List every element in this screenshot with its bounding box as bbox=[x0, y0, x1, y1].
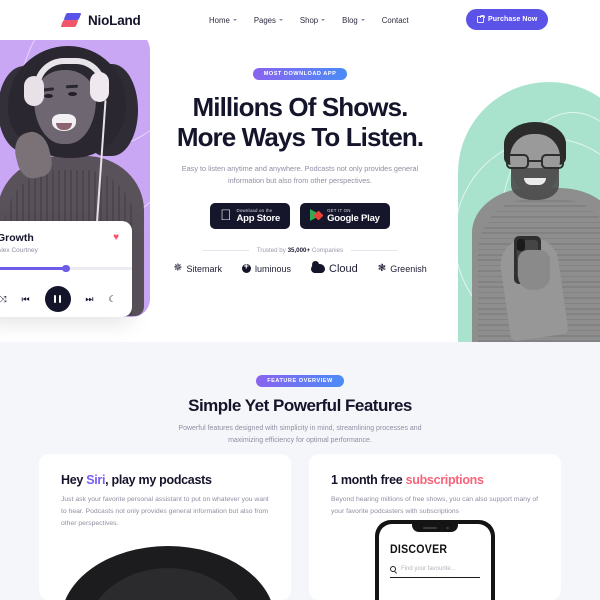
discover-heading: DISCOVER bbox=[390, 542, 448, 556]
feature-card-paragraph: Just ask your favorite personal assistan… bbox=[61, 496, 269, 527]
feature-cards: Hey Siri, play my podcasts Just ask your… bbox=[0, 454, 600, 600]
feature-card-siri: Hey Siri, play my podcasts Just ask your… bbox=[39, 454, 291, 600]
nav-label: Home bbox=[209, 15, 230, 25]
store-buttons:  Download on the App Store GET IT ON Go… bbox=[150, 202, 450, 229]
hero-title: Millions Of Shows. More Ways To Listen. bbox=[150, 92, 450, 153]
title-accent: Siri bbox=[86, 473, 106, 487]
app-store-label: App Store bbox=[230, 212, 280, 224]
shopping-bag-icon bbox=[477, 15, 485, 23]
nav-label: Blog bbox=[342, 15, 358, 25]
feature-card-title: 1 month free subscriptions bbox=[331, 473, 484, 487]
site-header: NioLand Home Pages Shop Blog Contact Pur… bbox=[0, 0, 600, 40]
chevron-down-icon bbox=[321, 19, 326, 21]
previous-track-icon[interactable]: ⏮ bbox=[22, 294, 30, 304]
track-artist: Alex Courtney bbox=[0, 247, 38, 254]
hero-right-image-panel bbox=[450, 40, 600, 342]
google-play-label: Google Play bbox=[321, 212, 380, 224]
divider bbox=[351, 249, 398, 251]
hero-paragraph: Easy to listen anytime and anywhere. Pod… bbox=[181, 163, 419, 185]
hero-section: Growth Alex Courtney ♥ ⤨ ⏮ ⏭ ☾ MOST DOWN… bbox=[0, 40, 600, 342]
search-icon bbox=[390, 566, 396, 572]
feature-card-subscriptions: 1 month free subscriptions Beyond hearin… bbox=[309, 454, 561, 600]
chevron-down-icon bbox=[232, 19, 237, 21]
progress-bar[interactable] bbox=[0, 264, 132, 273]
progress-handle[interactable] bbox=[62, 264, 70, 273]
shuffle-icon[interactable]: ⤨ bbox=[0, 294, 7, 304]
brand-label: Greenish bbox=[390, 263, 427, 274]
plus-circle-icon bbox=[242, 261, 252, 274]
feature-card-paragraph: Beyond hearing millions of free shows, y… bbox=[331, 496, 539, 515]
brand-sitemark: ✵ Sitemark bbox=[173, 263, 222, 275]
progress-fill bbox=[0, 267, 66, 270]
feature-card-title: Hey Siri, play my podcasts bbox=[61, 473, 212, 487]
nav-item-contact[interactable]: Contact bbox=[382, 16, 409, 25]
pause-button[interactable] bbox=[44, 286, 71, 312]
features-header: FEATURE OVERVIEW Simple Yet Powerful Fea… bbox=[0, 342, 600, 446]
player-controls: ⤨ ⏮ ⏭ ☾ bbox=[0, 281, 132, 317]
brand-label: Sitemark bbox=[186, 263, 223, 274]
nav-item-home[interactable]: Home bbox=[209, 16, 237, 25]
features-section: FEATURE OVERVIEW Simple Yet Powerful Fea… bbox=[0, 342, 600, 600]
brand-logo[interactable]: NioLand bbox=[60, 12, 141, 28]
main-navigation: Home Pages Shop Blog Contact bbox=[209, 16, 409, 25]
phone-mockup: DISCOVER Find your favourite... bbox=[375, 520, 495, 600]
page-root: NioLand Home Pages Shop Blog Contact Pur… bbox=[0, 0, 600, 600]
track-title: Growth bbox=[0, 232, 34, 244]
man-with-phone-photo bbox=[464, 122, 600, 342]
google-play-top-label: GET IT ON bbox=[321, 207, 350, 213]
chevron-down-icon bbox=[278, 19, 283, 21]
headphone-image bbox=[61, 546, 275, 600]
leaf-icon: ❃ bbox=[377, 262, 387, 274]
chevron-down-icon bbox=[360, 19, 365, 21]
search-placeholder: Find your favourite... bbox=[401, 566, 456, 572]
hero-title-line2: More Ways To Listen. bbox=[176, 122, 424, 153]
nav-label: Shop bbox=[299, 15, 319, 25]
brand-name: NioLand bbox=[88, 12, 141, 28]
brand-label: luminous bbox=[255, 263, 292, 274]
purchase-now-label: Purchase Now bbox=[488, 16, 538, 23]
heart-icon[interactable]: ♥ bbox=[113, 233, 119, 243]
brand-cloud: Cloud bbox=[311, 261, 358, 275]
trusted-by-row: Trusted by 35,000+ Companies bbox=[150, 247, 450, 254]
apple-icon:  bbox=[220, 208, 231, 223]
divider bbox=[202, 249, 249, 251]
features-paragraph: Powerful features designed with simplici… bbox=[178, 425, 422, 444]
hero-badge: MOST DOWNLOAD APP bbox=[252, 68, 348, 80]
brand-luminous: luminous bbox=[242, 261, 292, 275]
nav-item-shop[interactable]: Shop bbox=[299, 15, 326, 25]
phone-notch bbox=[412, 524, 458, 532]
pause-icon bbox=[54, 295, 57, 303]
google-play-button[interactable]: GET IT ON Google Play bbox=[300, 202, 390, 229]
phone-search-field[interactable]: Find your favourite... bbox=[390, 566, 480, 578]
title-accent: subscriptions bbox=[405, 473, 484, 487]
hero-content: MOST DOWNLOAD APP Millions Of Shows. Mor… bbox=[150, 40, 450, 275]
trusted-count: 35,000+ bbox=[287, 246, 311, 254]
music-player-card: Growth Alex Courtney ♥ ⤨ ⏮ ⏭ ☾ bbox=[0, 221, 132, 317]
phone-screen: DISCOVER Find your favourite... bbox=[379, 524, 491, 600]
moon-icon[interactable]: ☾ bbox=[108, 294, 116, 304]
cloud-icon bbox=[311, 261, 326, 274]
app-store-button[interactable]:  Download on the App Store bbox=[210, 202, 291, 229]
asterisk-icon: ✵ bbox=[173, 262, 183, 275]
trusted-by-text: Trusted by 35,000+ Companies bbox=[256, 246, 344, 254]
nav-item-blog[interactable]: Blog bbox=[342, 16, 365, 25]
brand-greenish: ❃ Greenish bbox=[378, 263, 427, 275]
features-badge: FEATURE OVERVIEW bbox=[256, 375, 344, 387]
purchase-now-button[interactable]: Purchase Now bbox=[466, 9, 549, 30]
nav-label: Pages bbox=[253, 15, 276, 25]
google-play-icon bbox=[310, 209, 324, 222]
nav-label: Contact bbox=[381, 15, 409, 25]
nioland-logo-icon bbox=[60, 12, 82, 28]
hero-title-line1: Millions Of Shows. bbox=[192, 92, 409, 122]
brand-logos-row: ✵ Sitemark luminous Cloud ❃ Greenish bbox=[150, 261, 450, 275]
brand-label: Cloud bbox=[329, 262, 358, 275]
nav-item-pages[interactable]: Pages bbox=[254, 16, 283, 25]
app-store-top-label: Download on the bbox=[230, 207, 272, 213]
next-track-icon[interactable]: ⏭ bbox=[85, 294, 93, 304]
features-title: Simple Yet Powerful Features bbox=[188, 396, 412, 415]
